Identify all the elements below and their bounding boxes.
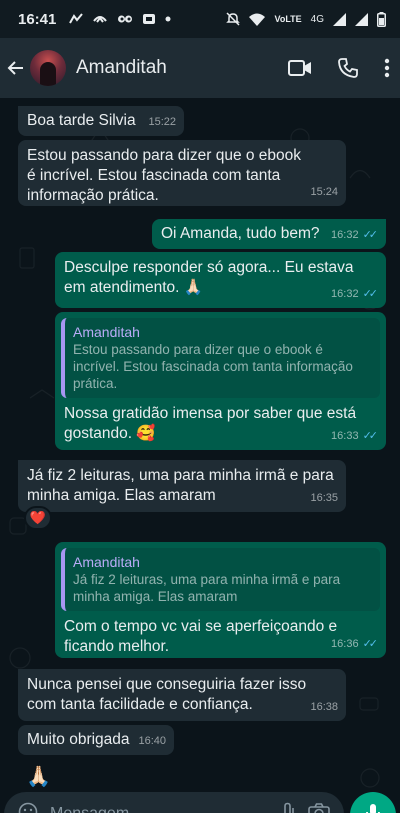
phone-icon[interactable] [338, 58, 358, 78]
read-receipt-icon: ✓✓ [362, 288, 379, 300]
message-time: 16:32 [331, 229, 359, 241]
message-time: 16:33 [331, 430, 359, 442]
avatar[interactable] [30, 50, 66, 86]
signal-icon [69, 13, 84, 25]
message-incoming[interactable]: Muito obrigada 16:40 [18, 725, 174, 755]
mic-icon [366, 803, 380, 813]
contact-name[interactable]: Amanditah [76, 57, 288, 79]
status-bar: 16:41 VoLTE 4G [0, 0, 400, 38]
message-time: 16:36 [331, 638, 359, 650]
praying-hands-icon: 🙏🏻 [26, 766, 51, 788]
arrow-back-icon[interactable] [6, 59, 26, 77]
message-outgoing-reply[interactable]: Amanditah Já fiz 2 leituras, uma para mi… [55, 542, 386, 658]
message-time: 16:35 [310, 492, 338, 504]
eyes-icon [117, 14, 133, 24]
wifi-icon [249, 13, 266, 26]
status-time: 16:41 [18, 10, 57, 28]
chat-area[interactable]: Boa tarde Silvia 15:22 Estou passando pa… [0, 98, 400, 813]
camera-icon[interactable] [308, 802, 330, 813]
volte-label: VoLTE [274, 13, 302, 24]
read-receipt-icon: ✓✓ [362, 638, 379, 650]
message-time: 16:32 [331, 288, 359, 300]
heart-icon: ❤️ [29, 510, 47, 525]
call-forward-icon [92, 13, 108, 25]
quoted-text: Estou passando para dizer que o ebook é … [73, 342, 353, 391]
message-time: 16:38 [310, 701, 338, 713]
message-incoming[interactable]: Já fiz 2 leituras, uma para minha irmã e… [18, 460, 346, 512]
message-input[interactable]: Mensagem [50, 805, 270, 813]
more-vert-icon[interactable] [384, 58, 390, 78]
quoted-text: Já fiz 2 leituras, uma para minha irmã e… [73, 572, 341, 604]
message-time: 16:40 [138, 735, 166, 747]
message-time: 15:22 [148, 116, 176, 128]
battery-icon [377, 11, 386, 27]
attach-icon[interactable] [282, 802, 296, 813]
emoji-icon[interactable] [18, 802, 38, 813]
message-incoming[interactable]: Boa tarde Silvia 15:22 [18, 106, 184, 136]
signal-bars-icon [333, 12, 346, 26]
message-text: Nunca pensei que conseguiria fazer isso … [27, 676, 307, 713]
quoted-message[interactable]: Amanditah Estou passando para dizer que … [61, 318, 380, 398]
quoted-author: Amanditah [73, 554, 140, 570]
message-incoming[interactable]: Nunca pensei que conseguiria fazer isso … [18, 669, 346, 721]
message-text: Já fiz 2 leituras, uma para minha irmã e… [27, 467, 334, 504]
message-outgoing-reply[interactable]: Amanditah Estou passando para dizer que … [55, 312, 386, 450]
mute-icon [226, 12, 241, 26]
read-receipt-icon: ✓✓ [362, 229, 379, 241]
message-text: Estou passando para dizer que o ebook é … [27, 147, 302, 204]
chat-header: Amanditah [0, 38, 400, 98]
video-call-icon[interactable] [288, 59, 312, 77]
message-time: 15:24 [310, 186, 338, 198]
message-composer[interactable]: Mensagem [4, 792, 344, 813]
reaction-heart[interactable]: ❤️ [24, 506, 52, 530]
message-incoming[interactable]: Estou passando para dizer que o ebook é … [18, 140, 346, 206]
read-receipt-icon: ✓✓ [362, 430, 379, 442]
quoted-author: Amanditah [73, 324, 140, 340]
notification-icon [142, 13, 156, 25]
message-outgoing[interactable]: Oi Amanda, tudo bem? 16:32 ✓✓ [152, 219, 386, 249]
message-outgoing[interactable]: Desculpe responder só agora... Eu estava… [55, 252, 386, 308]
signal-bars-2-icon [355, 12, 368, 26]
quoted-message[interactable]: Amanditah Já fiz 2 leituras, uma para mi… [61, 548, 380, 611]
dot-icon [165, 16, 171, 22]
sticker-message[interactable]: 🙏🏻 [26, 764, 51, 790]
network-type: 4G [310, 13, 324, 25]
